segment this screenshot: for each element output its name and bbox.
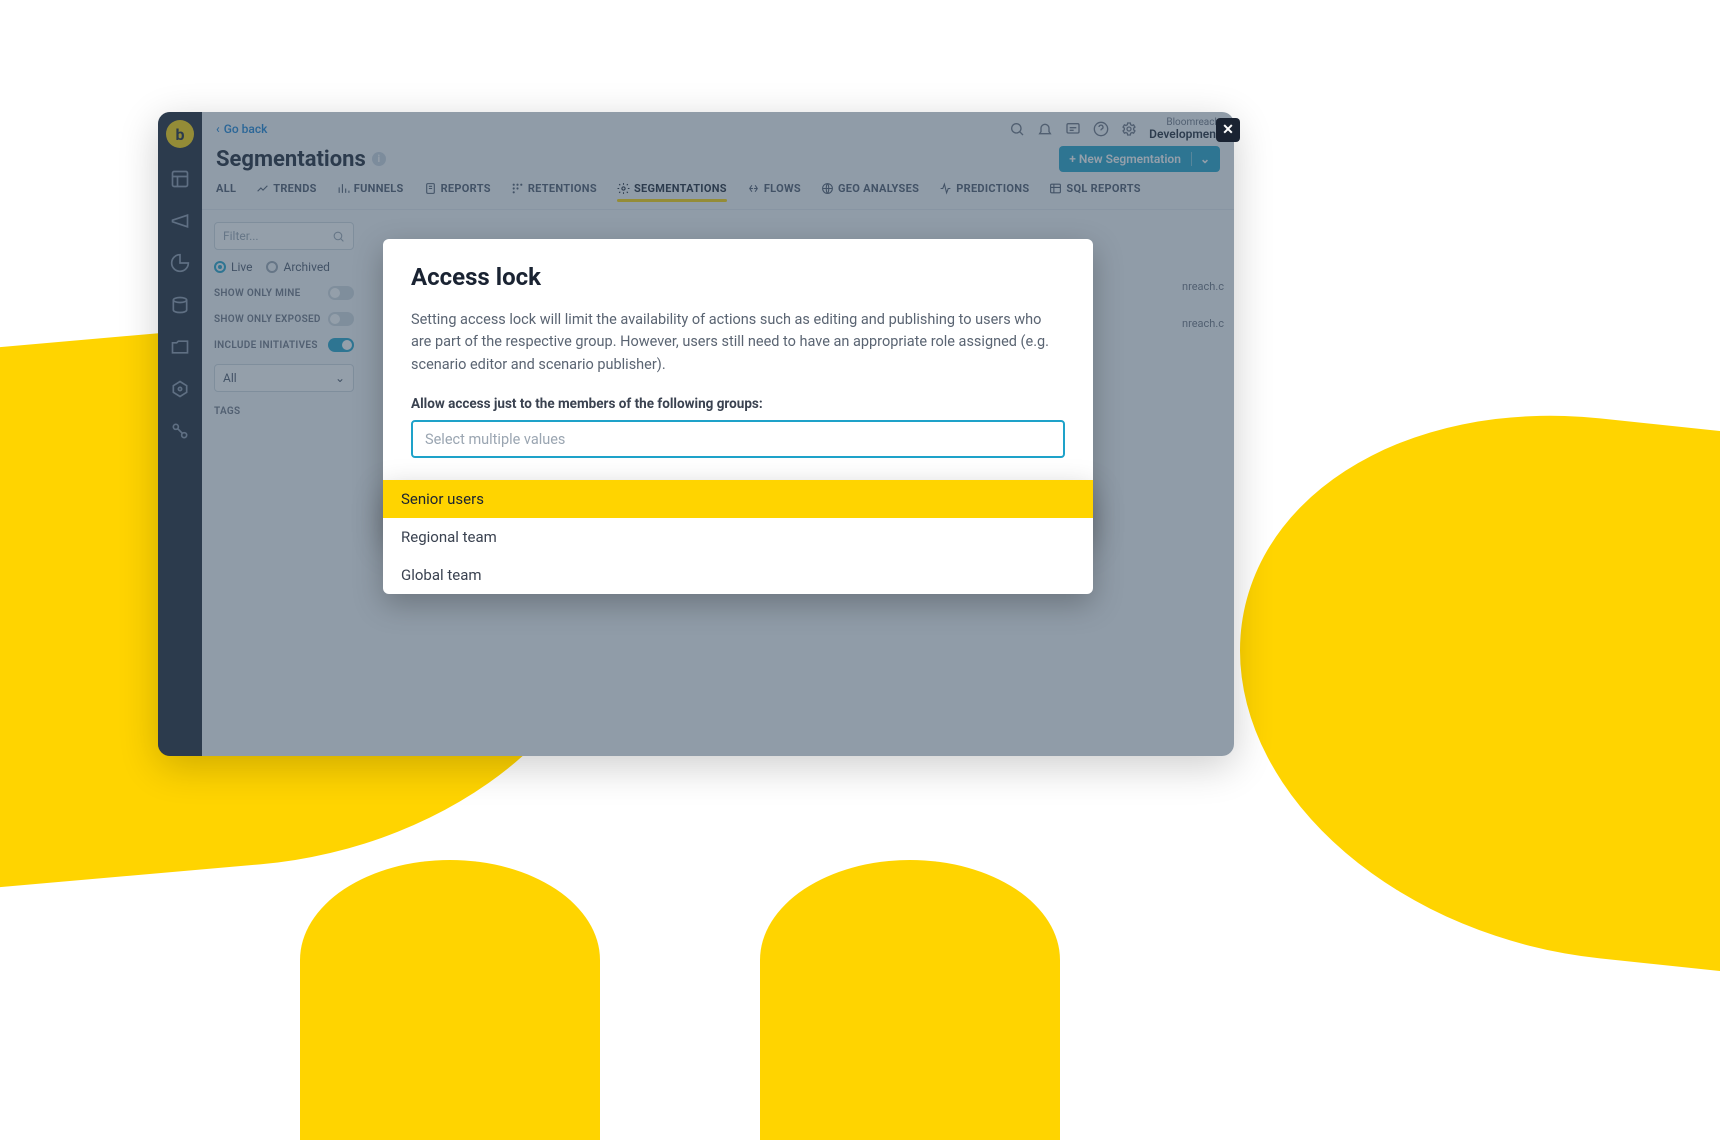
dropdown-option-global-team[interactable]: Global team xyxy=(383,556,1093,594)
bg-shape xyxy=(1240,381,1720,980)
groups-label: Allow access just to the members of the … xyxy=(411,396,1065,412)
groups-multiselect[interactable]: Select multiple values xyxy=(411,420,1065,458)
app-window: b ‹ Go back xyxy=(158,112,1234,756)
bg-shape xyxy=(760,860,1060,1140)
modal-description: Setting access lock will limit the avail… xyxy=(411,309,1065,376)
modal-title: Access lock xyxy=(411,263,1065,291)
close-button[interactable]: ✕ xyxy=(1216,118,1240,142)
groups-dropdown: Senior users Regional team Global team xyxy=(383,480,1093,594)
dropdown-option-senior-users[interactable]: Senior users xyxy=(383,480,1093,518)
groups-placeholder: Select multiple values xyxy=(425,431,565,448)
dropdown-option-regional-team[interactable]: Regional team xyxy=(383,518,1093,556)
bg-shape xyxy=(300,860,600,1140)
